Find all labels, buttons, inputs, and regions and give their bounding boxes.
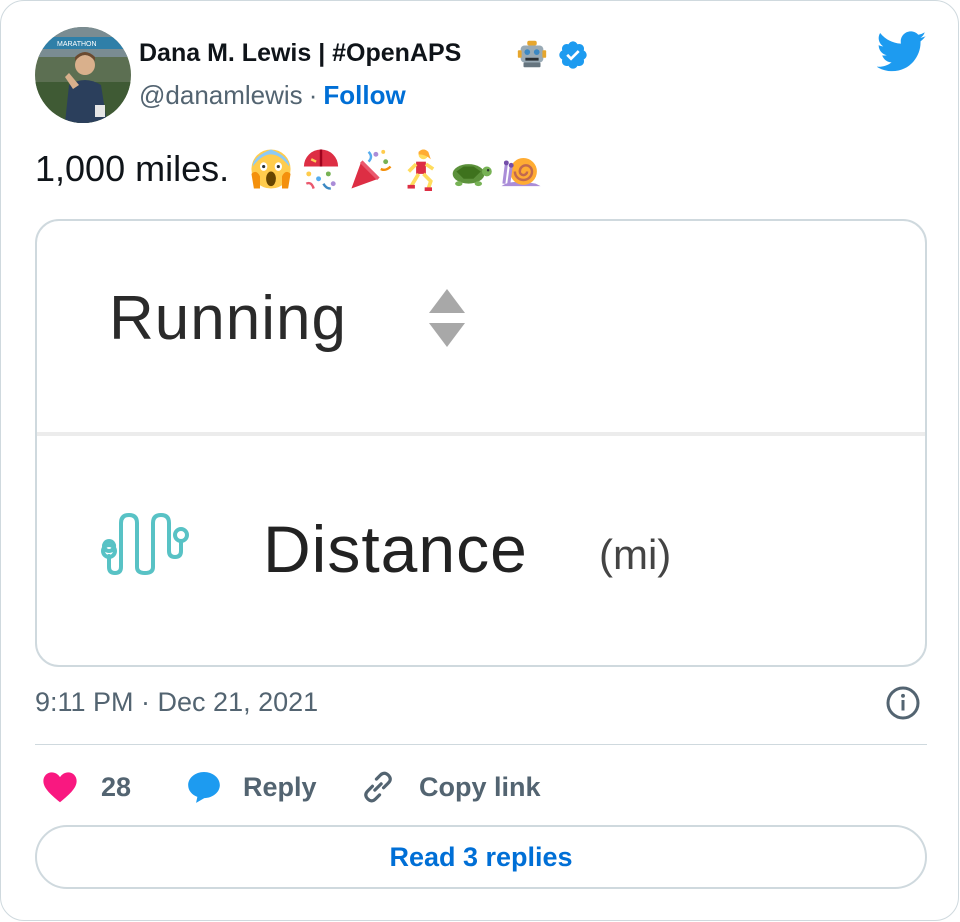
like-count: 28 [101, 771, 132, 802]
face-screaming-in-fear-icon [251, 149, 291, 189]
actions-divider [35, 744, 927, 745]
woman-running-icon [407, 149, 435, 191]
sort-arrows-icon [429, 289, 465, 347]
snail-icon [501, 158, 541, 187]
turtle-icon [452, 164, 492, 187]
reply-bubble-icon [188, 771, 220, 803]
tweet-timestamp[interactable]: 9:11 PM · Dec 21, 2021 [35, 687, 318, 718]
media-divider [37, 432, 925, 436]
heart-icon [43, 772, 77, 803]
handle-row: @danamlewis · Follow [139, 80, 406, 111]
twitter-bird-icon[interactable] [877, 31, 927, 73]
copy-link-label: Copy link [419, 771, 541, 802]
running-label: Running [109, 284, 347, 353]
distance-label: Distance [263, 512, 528, 586]
link-icon [364, 771, 392, 803]
tweet-text-row: 1,000 miles. [35, 147, 543, 191]
handle-separator: · [308, 80, 318, 110]
party-popper-icon [351, 149, 392, 189]
avatar[interactable]: MARATHON [35, 27, 131, 123]
tweet-card: MARATHON Dana M. Lewis | #OpenAPS @danam… [0, 0, 959, 921]
info-icon[interactable] [885, 685, 921, 721]
author-name[interactable]: Dana M. Lewis | #OpenAPS [139, 39, 461, 68]
reply-label: Reply [243, 771, 317, 802]
avatar-banner-text: MARATHON [57, 41, 97, 48]
distance-unit: (mi) [599, 531, 672, 578]
like-button[interactable]: 28 [41, 765, 131, 809]
robot-icon [517, 40, 547, 68]
read-replies-button[interactable]: Read 3 replies [35, 825, 927, 889]
tweet-text: 1,000 miles. [35, 148, 230, 189]
follow-link[interactable]: Follow [323, 80, 405, 110]
copy-link-button[interactable]: Copy link [359, 765, 541, 809]
reply-button[interactable]: Reply [185, 765, 317, 809]
tweet-media-image[interactable]: Running Distance (mi) [35, 219, 927, 667]
emoji-row [249, 147, 543, 191]
confetti-ball-icon [303, 149, 339, 190]
media-running-section: Running [37, 221, 925, 433]
verified-badge-icon [559, 41, 587, 69]
distance-wave-icon [101, 512, 189, 576]
author-handle[interactable]: @danamlewis [139, 80, 303, 110]
